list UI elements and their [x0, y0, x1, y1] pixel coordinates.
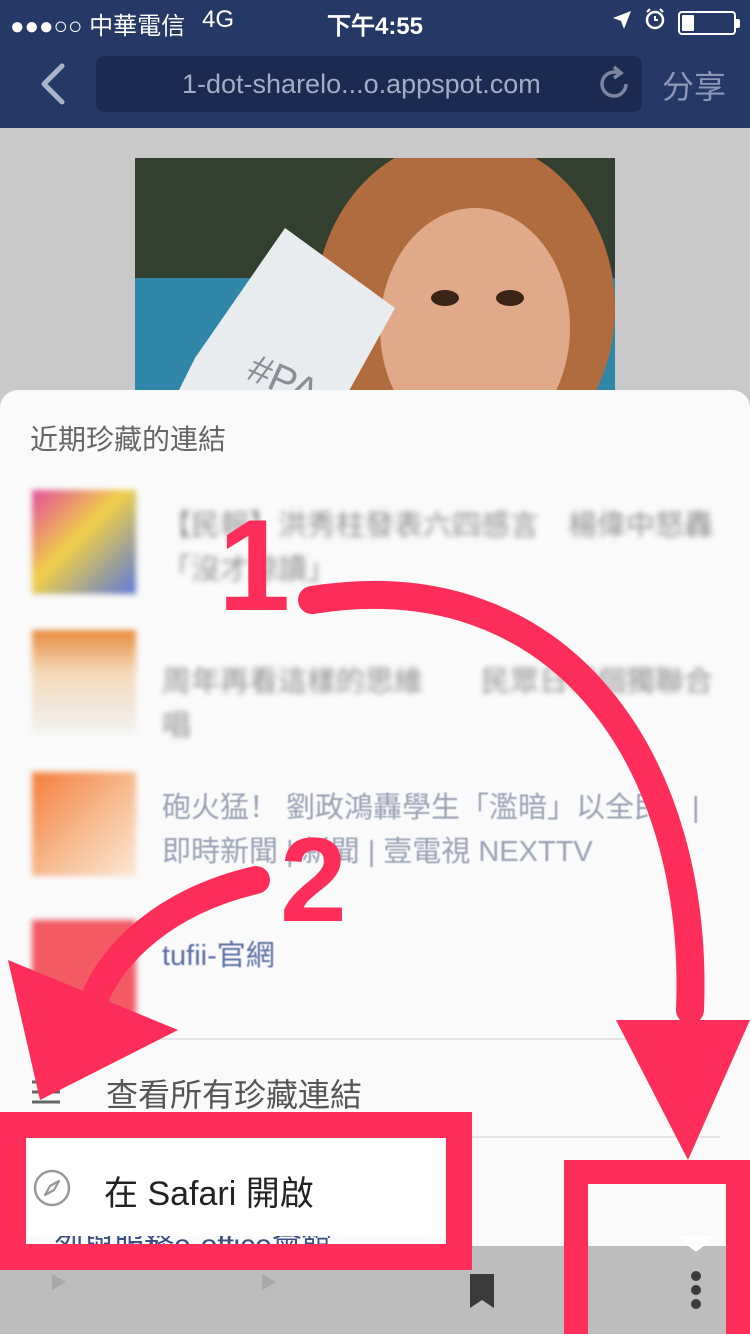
open-in-safari-button[interactable]: 在 Safari 開啟: [28, 1140, 444, 1236]
favorite-title: 【民報】洪秀柱發表六四感言 楊偉中怒轟「沒才諒讀」: [162, 510, 714, 586]
page-photo: #PA: [135, 158, 615, 398]
divider: [30, 1136, 720, 1138]
url-field[interactable]: 1-dot-sharelo...o.appspot.com: [96, 56, 642, 112]
alarm-icon: [644, 8, 666, 37]
back-arrow-icon[interactable]: [40, 1264, 88, 1316]
back-button[interactable]: [30, 60, 78, 108]
browser-toolbar: [0, 1246, 750, 1334]
location-arrow-icon: [612, 9, 632, 37]
divider: [30, 1038, 720, 1040]
browser-nav-bar: 1-dot-sharelo...o.appspot.com 分享: [0, 40, 750, 128]
url-text: 1-dot-sharelo...o.appspot.com: [182, 68, 541, 99]
sheet-title: 近期珍藏的連結: [30, 424, 227, 455]
favorite-link-item[interactable]: 【民報】洪秀柱發表六四感言 楊偉中怒轟「沒才諒讀」: [0, 490, 750, 630]
share-button[interactable]: 分享: [662, 62, 726, 108]
favorite-thumbnail: [32, 920, 136, 1024]
more-options-icon[interactable]: [672, 1264, 720, 1316]
compass-icon: [32, 1168, 72, 1208]
battery-icon: [678, 10, 740, 35]
favorite-thumbnail: [32, 490, 136, 594]
favorite-title: 砲火猛！ 劉政鴻轟學生「濫暗」以全民」| 即時新聞 | 新聞 | 壹電視 NEX…: [162, 792, 700, 868]
forward-arrow-icon[interactable]: [250, 1264, 298, 1316]
open-in-safari-label: 在 Safari 開啟: [104, 1175, 314, 1213]
favorite-link-item[interactable]: 周年再看這樣的思維 民眾日報個獨聯合唱: [0, 630, 750, 770]
view-all-label: 查看所有珍藏連結: [106, 1077, 363, 1113]
favorite-thumbnail: [32, 772, 136, 876]
favorite-link-item[interactable]: 砲火猛！ 劉政鴻轟學生「濫暗」以全民」| 即時新聞 | 新聞 | 壹電視 NEX…: [0, 772, 750, 912]
reload-icon[interactable]: [594, 64, 634, 104]
list-icon: [32, 1080, 60, 1104]
favorite-title: tufii-官網: [162, 940, 275, 972]
favorite-title: 周年再看這樣的思維 民眾日報個獨聯合唱: [162, 666, 714, 742]
favorite-thumbnail: [32, 630, 136, 734]
bookmark-icon[interactable]: [458, 1264, 506, 1316]
favorites-sheet: 近期珍藏的連結 【民報】洪秀柱發表六四感言 楊偉中怒轟「沒才諒讀」 周年再看這樣…: [0, 390, 750, 1252]
status-bar: ●●●○○ 中華電信 4G 下午4:55: [0, 0, 750, 40]
view-all-favorites-button[interactable]: 查看所有珍藏連結: [0, 1050, 750, 1136]
